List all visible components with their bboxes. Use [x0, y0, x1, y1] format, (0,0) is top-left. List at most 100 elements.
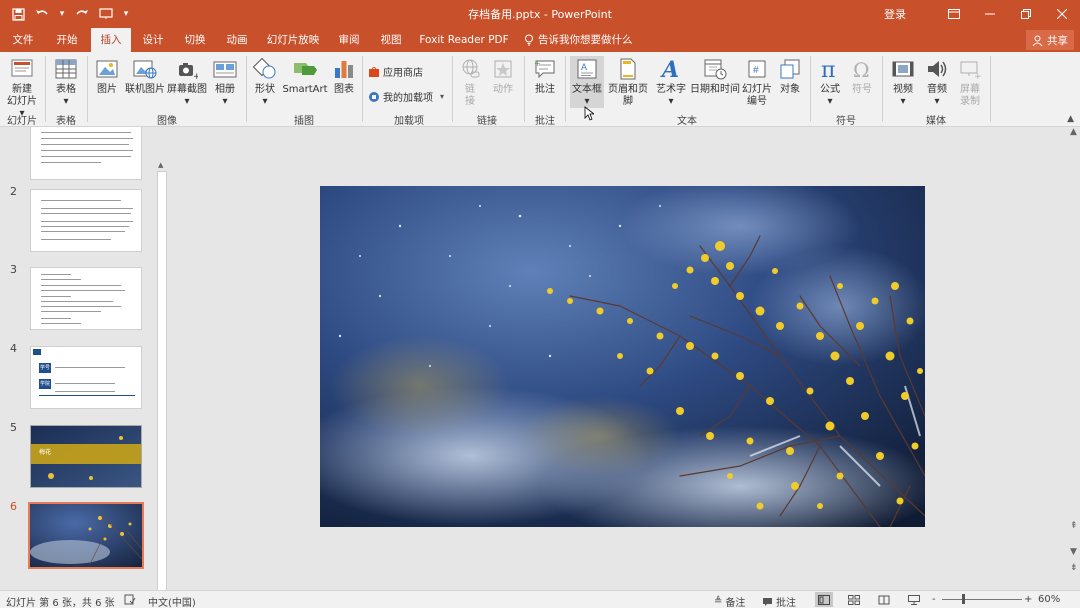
current-slide-6[interactable]: [320, 186, 925, 527]
shapes-button[interactable]: 形状 ▾: [250, 56, 280, 108]
action-button[interactable]: 动作: [488, 56, 518, 96]
signin-link[interactable]: 登录: [884, 6, 906, 22]
textbox-button[interactable]: A 文本框 ▾: [570, 56, 604, 108]
group-separator: [990, 56, 991, 122]
tab-file[interactable]: 文件: [6, 28, 40, 52]
link-label-1: 链: [465, 84, 475, 95]
slide-thumbnail-4[interactable]: 学号 学院: [30, 346, 142, 409]
share-button[interactable]: 共享: [1026, 30, 1074, 50]
spellcheck-icon[interactable]: [124, 594, 136, 605]
normal-view-icon[interactable]: [815, 592, 833, 607]
tab-animations[interactable]: 动画: [220, 28, 254, 52]
symbol-button[interactable]: Ω 符号: [848, 56, 876, 96]
group-separator: [565, 56, 566, 122]
online-picture-button[interactable]: 联机图片: [124, 56, 166, 96]
collapse-ribbon-icon[interactable]: ▲: [1067, 114, 1074, 124]
screenshot-icon: +: [173, 56, 201, 82]
scroll-down-icon[interactable]: ▼: [1070, 547, 1077, 557]
picture-button[interactable]: 图片: [92, 56, 122, 96]
group-label-comments: 批注: [535, 116, 555, 127]
slide-sorter-icon[interactable]: [845, 592, 863, 607]
album-label: 相册: [215, 84, 235, 95]
new-slide-button[interactable]: 新建 幻灯片 ▾: [4, 56, 40, 120]
album-button[interactable]: 相册 ▾: [208, 56, 242, 108]
notes-button[interactable]: ≜ 备注: [714, 594, 745, 608]
omega-icon: Ω: [848, 56, 876, 82]
my-addins-button[interactable]: 我的加载项 ▾: [368, 89, 444, 104]
screenshot-button[interactable]: + 屏幕截图 ▾: [166, 56, 208, 108]
group-separator: [45, 56, 46, 122]
tab-foxit-reader-pdf[interactable]: Foxit Reader PDF: [418, 28, 510, 52]
screen-record-button[interactable]: + 屏幕 录制: [956, 56, 984, 108]
wordart-button[interactable]: A 艺术字 ▾: [654, 56, 688, 108]
restore-icon[interactable]: [1008, 0, 1044, 28]
chart-button[interactable]: 图表: [330, 56, 358, 96]
group-separator: [362, 56, 363, 122]
screen-record-label-2: 录制: [960, 96, 980, 107]
speaker-icon: [923, 56, 951, 82]
tab-design[interactable]: 设计: [136, 28, 170, 52]
next-slide-icon[interactable]: ⇟: [1070, 563, 1078, 573]
equation-label: 公式: [820, 84, 840, 95]
thumbnail-scrollbar[interactable]: ▲: [155, 127, 169, 591]
comments-button[interactable]: 批注: [762, 594, 796, 608]
editor-scrollbar[interactable]: ▲ ⇞ ▼ ⇟: [1068, 127, 1080, 590]
photo-album-icon: [211, 56, 239, 82]
symbol-label: 符号: [852, 84, 872, 95]
powerpoint-window: ▾ ▾ 存档备用.pptx - PowerPoint 登录 文件 开始 插入 设…: [0, 0, 1080, 608]
scroll-up-icon[interactable]: ▲: [158, 161, 163, 169]
audio-button[interactable]: 音频 ▾: [922, 56, 952, 108]
store-button[interactable]: 应用商店: [368, 64, 423, 79]
title-bar: ▾ ▾ 存档备用.pptx - PowerPoint 登录: [0, 0, 1080, 28]
slide-thumbnail-1[interactable]: [30, 127, 142, 180]
close-icon[interactable]: [1044, 0, 1080, 28]
zoom-in-button[interactable]: +: [1024, 594, 1032, 605]
link-button[interactable]: 链 接: [456, 56, 484, 108]
previous-slide-icon[interactable]: ⇞: [1070, 521, 1078, 531]
group-label-illustrations: 插图: [294, 116, 314, 127]
tab-transitions[interactable]: 切换: [178, 28, 212, 52]
zoom-slider-handle[interactable]: [962, 594, 965, 604]
slide-number-label-1: 幻灯片: [742, 84, 772, 95]
scrollbar-thumb[interactable]: [157, 171, 167, 591]
ribbon-display-options-icon[interactable]: [936, 0, 972, 28]
slide-thumbnail-5[interactable]: 梅花: [30, 425, 142, 488]
share-label: 共享: [1047, 34, 1068, 47]
tab-home[interactable]: 开始: [50, 28, 84, 52]
tab-slide-show[interactable]: 幻灯片放映: [262, 28, 324, 52]
tab-view[interactable]: 视图: [374, 28, 408, 52]
datetime-button[interactable]: 日期和时间: [690, 56, 740, 96]
screenshot-label: 屏幕截图: [167, 84, 207, 95]
slide-thumbnail-2[interactable]: [30, 189, 142, 252]
zoom-slider[interactable]: [942, 599, 1022, 600]
picture-icon: [93, 56, 121, 82]
language-indicator[interactable]: 中文(中国): [148, 594, 196, 608]
tab-review[interactable]: 审阅: [332, 28, 366, 52]
slide-number-5: 5: [10, 421, 17, 434]
comments-label: 批注: [776, 598, 796, 608]
slide-number-button[interactable]: # 幻灯片 编号: [740, 56, 774, 108]
comment-button[interactable]: + 批注: [530, 56, 560, 96]
video-button[interactable]: 视频 ▾: [888, 56, 918, 108]
slide-thumbnail-6[interactable]: [28, 502, 144, 569]
header-footer-label: 页眉和页脚: [608, 84, 648, 107]
minimize-icon[interactable]: [972, 0, 1008, 28]
slide-show-icon[interactable]: [905, 592, 923, 607]
reading-view-icon[interactable]: [875, 592, 893, 607]
scroll-up-icon[interactable]: ▲: [1070, 127, 1077, 137]
thumb5-title: 梅花: [39, 449, 52, 456]
wordart-dropdown-icon: ▾: [668, 96, 674, 107]
header-footer-button[interactable]: 页眉和页脚: [604, 56, 652, 108]
tab-insert[interactable]: 插入: [91, 28, 131, 52]
slide-thumbnail-3[interactable]: [30, 267, 142, 330]
table-button[interactable]: 表格 ▾: [50, 56, 82, 108]
zoom-level[interactable]: 60%: [1038, 594, 1060, 605]
zoom-out-button[interactable]: -: [932, 594, 936, 605]
plum-blossom-photo[interactable]: [320, 186, 925, 527]
equation-button[interactable]: π 公式 ▾: [816, 56, 844, 108]
object-button[interactable]: 对象: [776, 56, 804, 96]
tell-me-box[interactable]: 告诉我你想要做什么: [524, 28, 633, 52]
smartart-button[interactable]: SmartArt: [282, 56, 328, 96]
ribbon-tabs: 文件 开始 插入 设计 切换 动画 幻灯片放映 审阅 视图 Foxit Read…: [0, 28, 1080, 52]
screen-record-icon: +: [956, 56, 984, 82]
